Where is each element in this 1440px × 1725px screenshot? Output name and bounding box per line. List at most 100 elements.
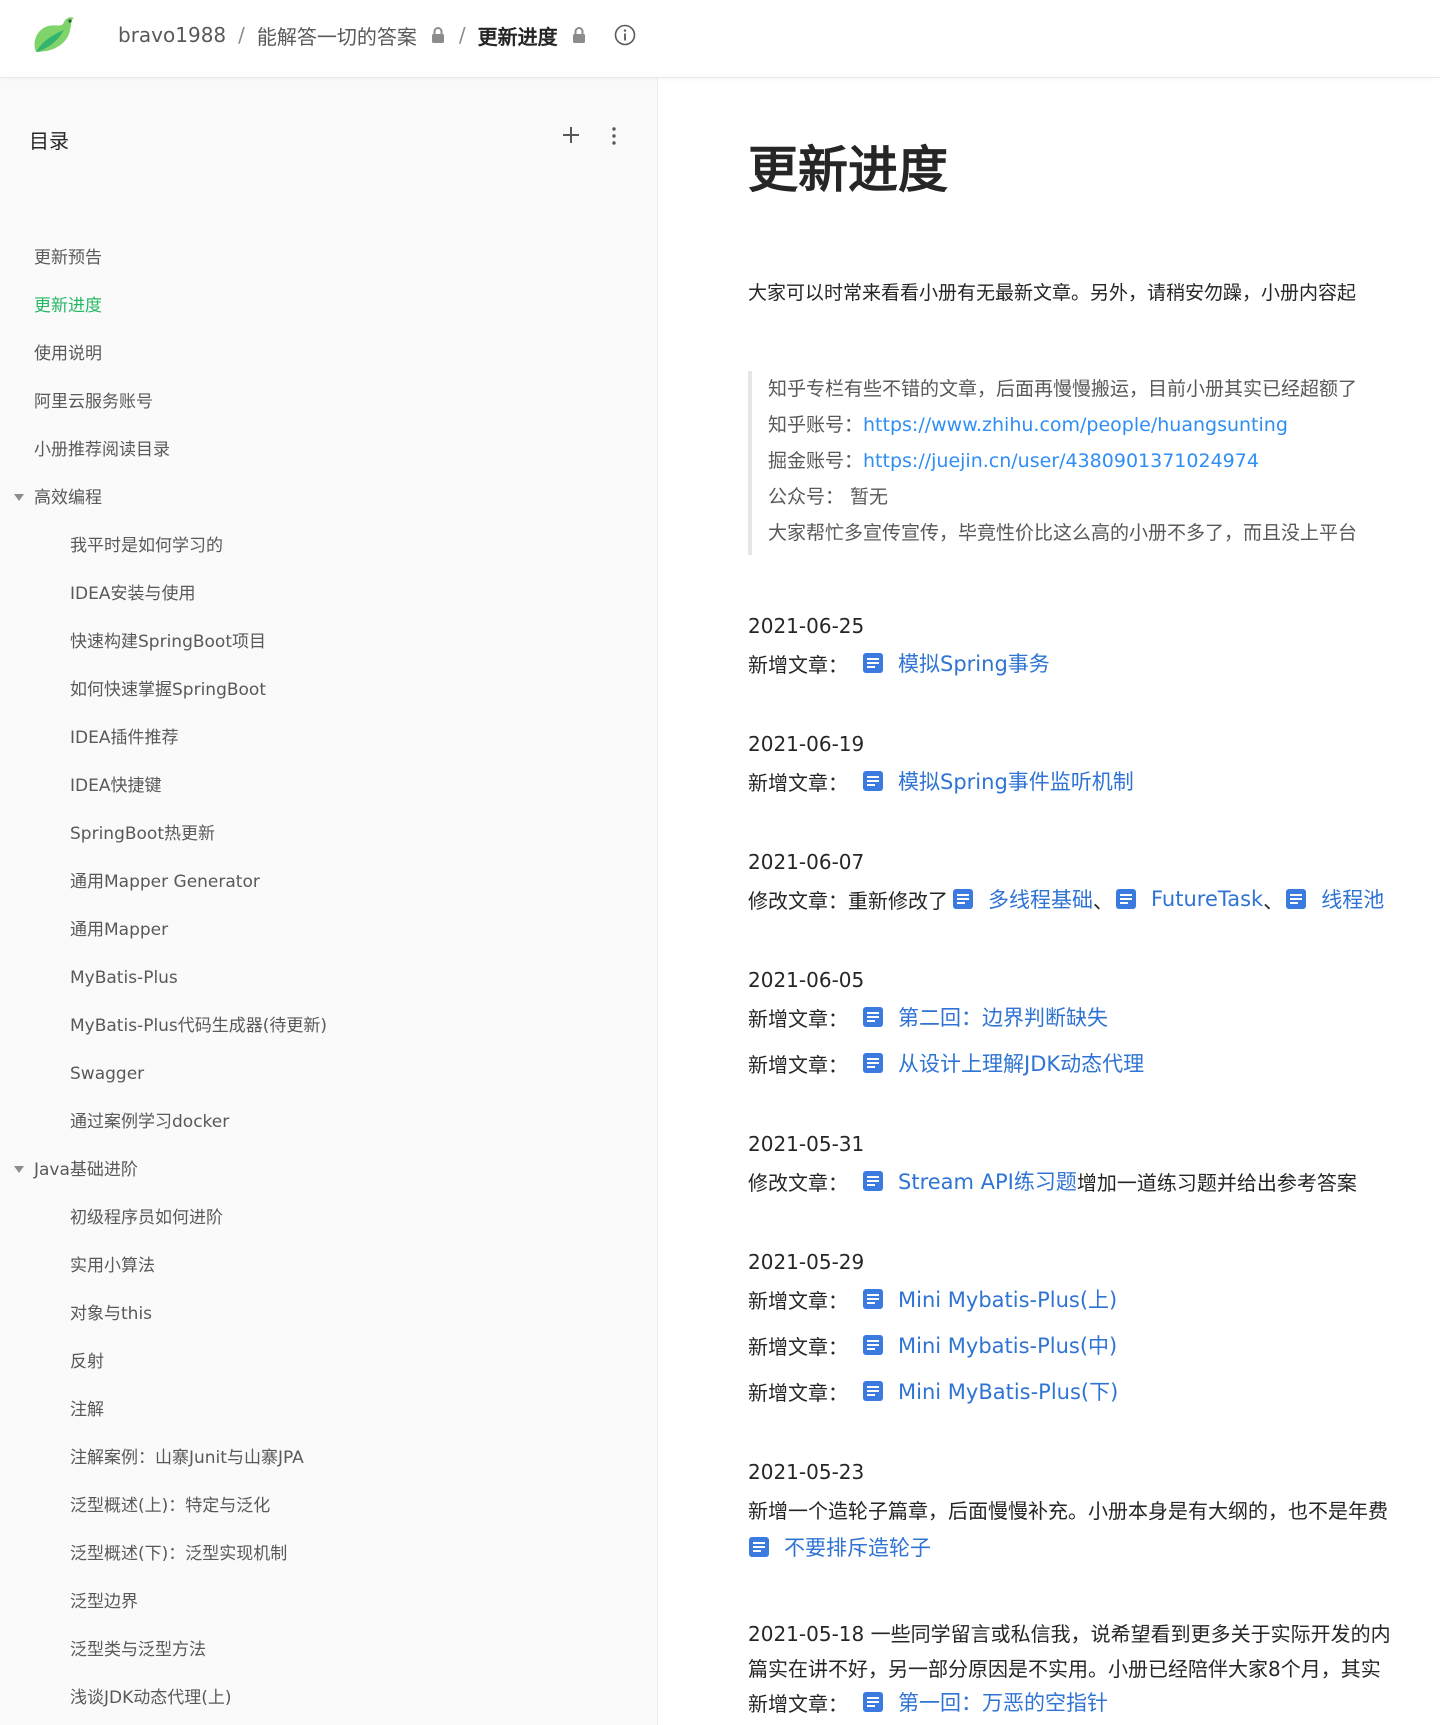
entry-date: 2021-06-25 <box>748 614 865 638</box>
toc-item-label: 如何快速掌握SpringBoot <box>70 680 266 700</box>
toc-item[interactable]: 泛型概述(上)：特定与泛化 <box>0 1486 657 1526</box>
toc-item[interactable]: 实用小算法 <box>0 1246 657 1286</box>
toc-item[interactable]: MyBatis-Plus代码生成器(待更新) <box>0 1006 657 1046</box>
toc-item[interactable]: 泛型边界 <box>0 1582 657 1622</box>
toc-item[interactable]: IDEA快捷键 <box>0 766 657 806</box>
toc-item-label: 我平时是如何学习的 <box>70 536 223 556</box>
document-content: 更新进度 大家可以时常来看看小册有无最新文章。另外，请稍安勿躁，小册内容起 知乎… <box>658 78 1440 1725</box>
toc-item[interactable]: 通用Mapper <box>0 910 657 950</box>
toc-item[interactable]: Swagger <box>0 1054 657 1094</box>
toc-item[interactable]: 阿里云服务账号 <box>0 382 657 422</box>
toc-item[interactable]: MyBatis-Plus <box>0 958 657 998</box>
zhihu-link[interactable]: https://www.zhihu.com/people/huangsuntin… <box>863 414 1288 436</box>
entry-paragraph: 2021-05-18 一些同学留言或私信我，说希望看到更多关于实际开发的内 <box>748 1621 1391 1646</box>
more-vertical-icon[interactable] <box>604 124 624 148</box>
caret-down-icon[interactable] <box>14 494 24 502</box>
quote-line: 公众号： 暂无 <box>768 486 889 508</box>
article-link[interactable]: Mini Mybatis-Plus(中) <box>898 1330 1117 1360</box>
quote-line: 掘金账号：https://juejin.cn/user/438090137102… <box>768 443 1440 479</box>
article-link[interactable]: 不要排斥造轮子 <box>784 1532 931 1562</box>
entry-row: 新增文章： Mini Mybatis-Plus(中) <box>748 1327 1117 1363</box>
toc-item-label: 通用Mapper Generator <box>70 872 260 892</box>
entry-row: 新增文章： 从设计上理解JDK动态代理 <box>748 1045 1144 1081</box>
toc-item[interactable]: SpringBoot热更新 <box>0 814 657 854</box>
top-header: bravo1988 / 能解答一切的答案 / 更新进度 <box>0 0 1440 78</box>
article-link[interactable]: Mini MyBatis-Plus(下) <box>898 1376 1118 1406</box>
toc-item-label: 小册推荐阅读目录 <box>34 440 170 460</box>
document-icon <box>952 888 974 910</box>
plus-icon[interactable] <box>560 124 582 146</box>
toc-item[interactable]: 注解案例：山寨Junit与山寨JPA <box>0 1438 657 1478</box>
toc-item[interactable]: IDEA插件推荐 <box>0 718 657 758</box>
article-link[interactable]: 从设计上理解JDK动态代理 <box>898 1048 1144 1078</box>
entry-paragraph: 新增一个造轮子篇章，后面慢慢补充。小册本身是有大纲的，也不是年费 <box>748 1498 1388 1523</box>
toc-item[interactable]: 更新进度 <box>0 286 657 326</box>
entry-label: 新增文章： <box>748 1334 848 1359</box>
toc-item[interactable]: 如何快速掌握SpringBoot <box>0 670 657 710</box>
breadcrumb-repo[interactable]: 能解答一切的答案 <box>257 21 417 50</box>
article-link[interactable]: 第一回：万恶的空指针 <box>898 1687 1108 1717</box>
article-link[interactable]: FutureTask <box>1151 887 1263 911</box>
article-link[interactable]: Mini Mybatis-Plus(上) <box>898 1284 1117 1314</box>
article-link[interactable]: 第二回：边界判断缺失 <box>898 1002 1108 1032</box>
document-icon <box>862 1052 884 1074</box>
toc-item[interactable]: 小册推荐阅读目录 <box>0 430 657 470</box>
toc-item[interactable]: 初级程序员如何进阶 <box>0 1198 657 1238</box>
toc-item-label: 实用小算法 <box>70 1256 155 1276</box>
article-link[interactable]: 模拟Spring事务 <box>898 648 1050 678</box>
toc-item[interactable]: 使用说明 <box>0 334 657 374</box>
toc-item[interactable]: 泛型概述(下)：泛型实现机制 <box>0 1534 657 1574</box>
entry-date: 2021-05-31 <box>748 1132 865 1156</box>
toc-item-label: IDEA安装与使用 <box>70 584 196 604</box>
toc-item[interactable]: 反射 <box>0 1342 657 1382</box>
toc-item-label: 泛型类与泛型方法 <box>70 1640 206 1660</box>
toc-item[interactable]: 通用Mapper Generator <box>0 862 657 902</box>
toc-item-label: MyBatis-Plus代码生成器(待更新) <box>70 1016 328 1036</box>
separator-text: 、 <box>1093 888 1113 913</box>
bird-logo-icon[interactable] <box>28 12 78 56</box>
toc-item-label: Java基础进阶 <box>34 1160 138 1180</box>
toc-item-label: Swagger <box>70 1064 145 1084</box>
toc-item-label: 反射 <box>70 1352 104 1372</box>
toc-item[interactable]: 泛型类与泛型方法 <box>0 1630 657 1670</box>
article-link[interactable]: 多线程基础 <box>988 884 1093 914</box>
quote-line: 知乎账号：https://www.zhihu.com/people/huangs… <box>768 407 1440 443</box>
entry-date: 2021-05-23 <box>748 1460 865 1484</box>
toc-group[interactable]: Java基础进阶 <box>0 1150 657 1190</box>
toc-item-label: 更新预告 <box>34 248 102 268</box>
breadcrumb-user[interactable]: bravo1988 <box>118 23 226 47</box>
toc-item-label: 泛型边界 <box>70 1592 138 1612</box>
toc-item-label: 使用说明 <box>34 344 102 364</box>
entry-label: 新增文章： <box>748 1380 848 1405</box>
toc-item[interactable]: 注解 <box>0 1390 657 1430</box>
breadcrumb-current-doc: 更新进度 <box>477 24 558 49</box>
toc-item[interactable]: 更新预告 <box>0 238 657 278</box>
toc-item[interactable]: IDEA安装与使用 <box>0 574 657 614</box>
entry-row: 修改文章： Stream API练习题 增加一道练习题并给出参考答案 <box>748 1163 1357 1199</box>
juejin-link[interactable]: https://juejin.cn/user/4380901371024974 <box>863 450 1259 472</box>
article-link[interactable]: 模拟Spring事件监听机制 <box>898 766 1134 796</box>
info-icon[interactable] <box>614 24 636 46</box>
document-icon <box>862 1334 884 1356</box>
toc-item[interactable]: 浅谈JDK动态代理(上) <box>0 1678 657 1718</box>
separator-text: 、 <box>1263 888 1284 913</box>
toc-item[interactable]: 快速构建SpringBoot项目 <box>0 622 657 662</box>
entry-row: 新增文章： Mini MyBatis-Plus(下) <box>748 1373 1118 1409</box>
toc-group[interactable]: 高效编程 <box>0 478 657 518</box>
entry-label: 修改文章：重新修改了 <box>748 888 948 913</box>
toc-item[interactable]: 对象与this <box>0 1294 657 1334</box>
intro-paragraph: 大家可以时常来看看小册有无最新文章。另外，请稍安勿躁，小册内容起 <box>748 282 1357 304</box>
caret-down-icon[interactable] <box>14 1166 24 1174</box>
toc-item[interactable]: 通过案例学习docker <box>0 1102 657 1142</box>
toc-item-label: IDEA插件推荐 <box>70 728 179 748</box>
entry-label: 新增文章： <box>748 1052 848 1077</box>
article-link[interactable]: 线程池 <box>1321 884 1384 914</box>
entry-row: 新增文章： 第一回：万恶的空指针 <box>748 1684 1108 1720</box>
document-icon <box>862 1691 884 1713</box>
document-icon <box>748 1536 770 1558</box>
zhihu-label: 知乎账号： <box>768 414 864 436</box>
toc-item-label: 初级程序员如何进阶 <box>70 1208 223 1228</box>
toc-item[interactable]: 我平时是如何学习的 <box>0 526 657 566</box>
lock-icon <box>431 27 444 43</box>
article-link[interactable]: Stream API练习题 <box>898 1166 1077 1196</box>
